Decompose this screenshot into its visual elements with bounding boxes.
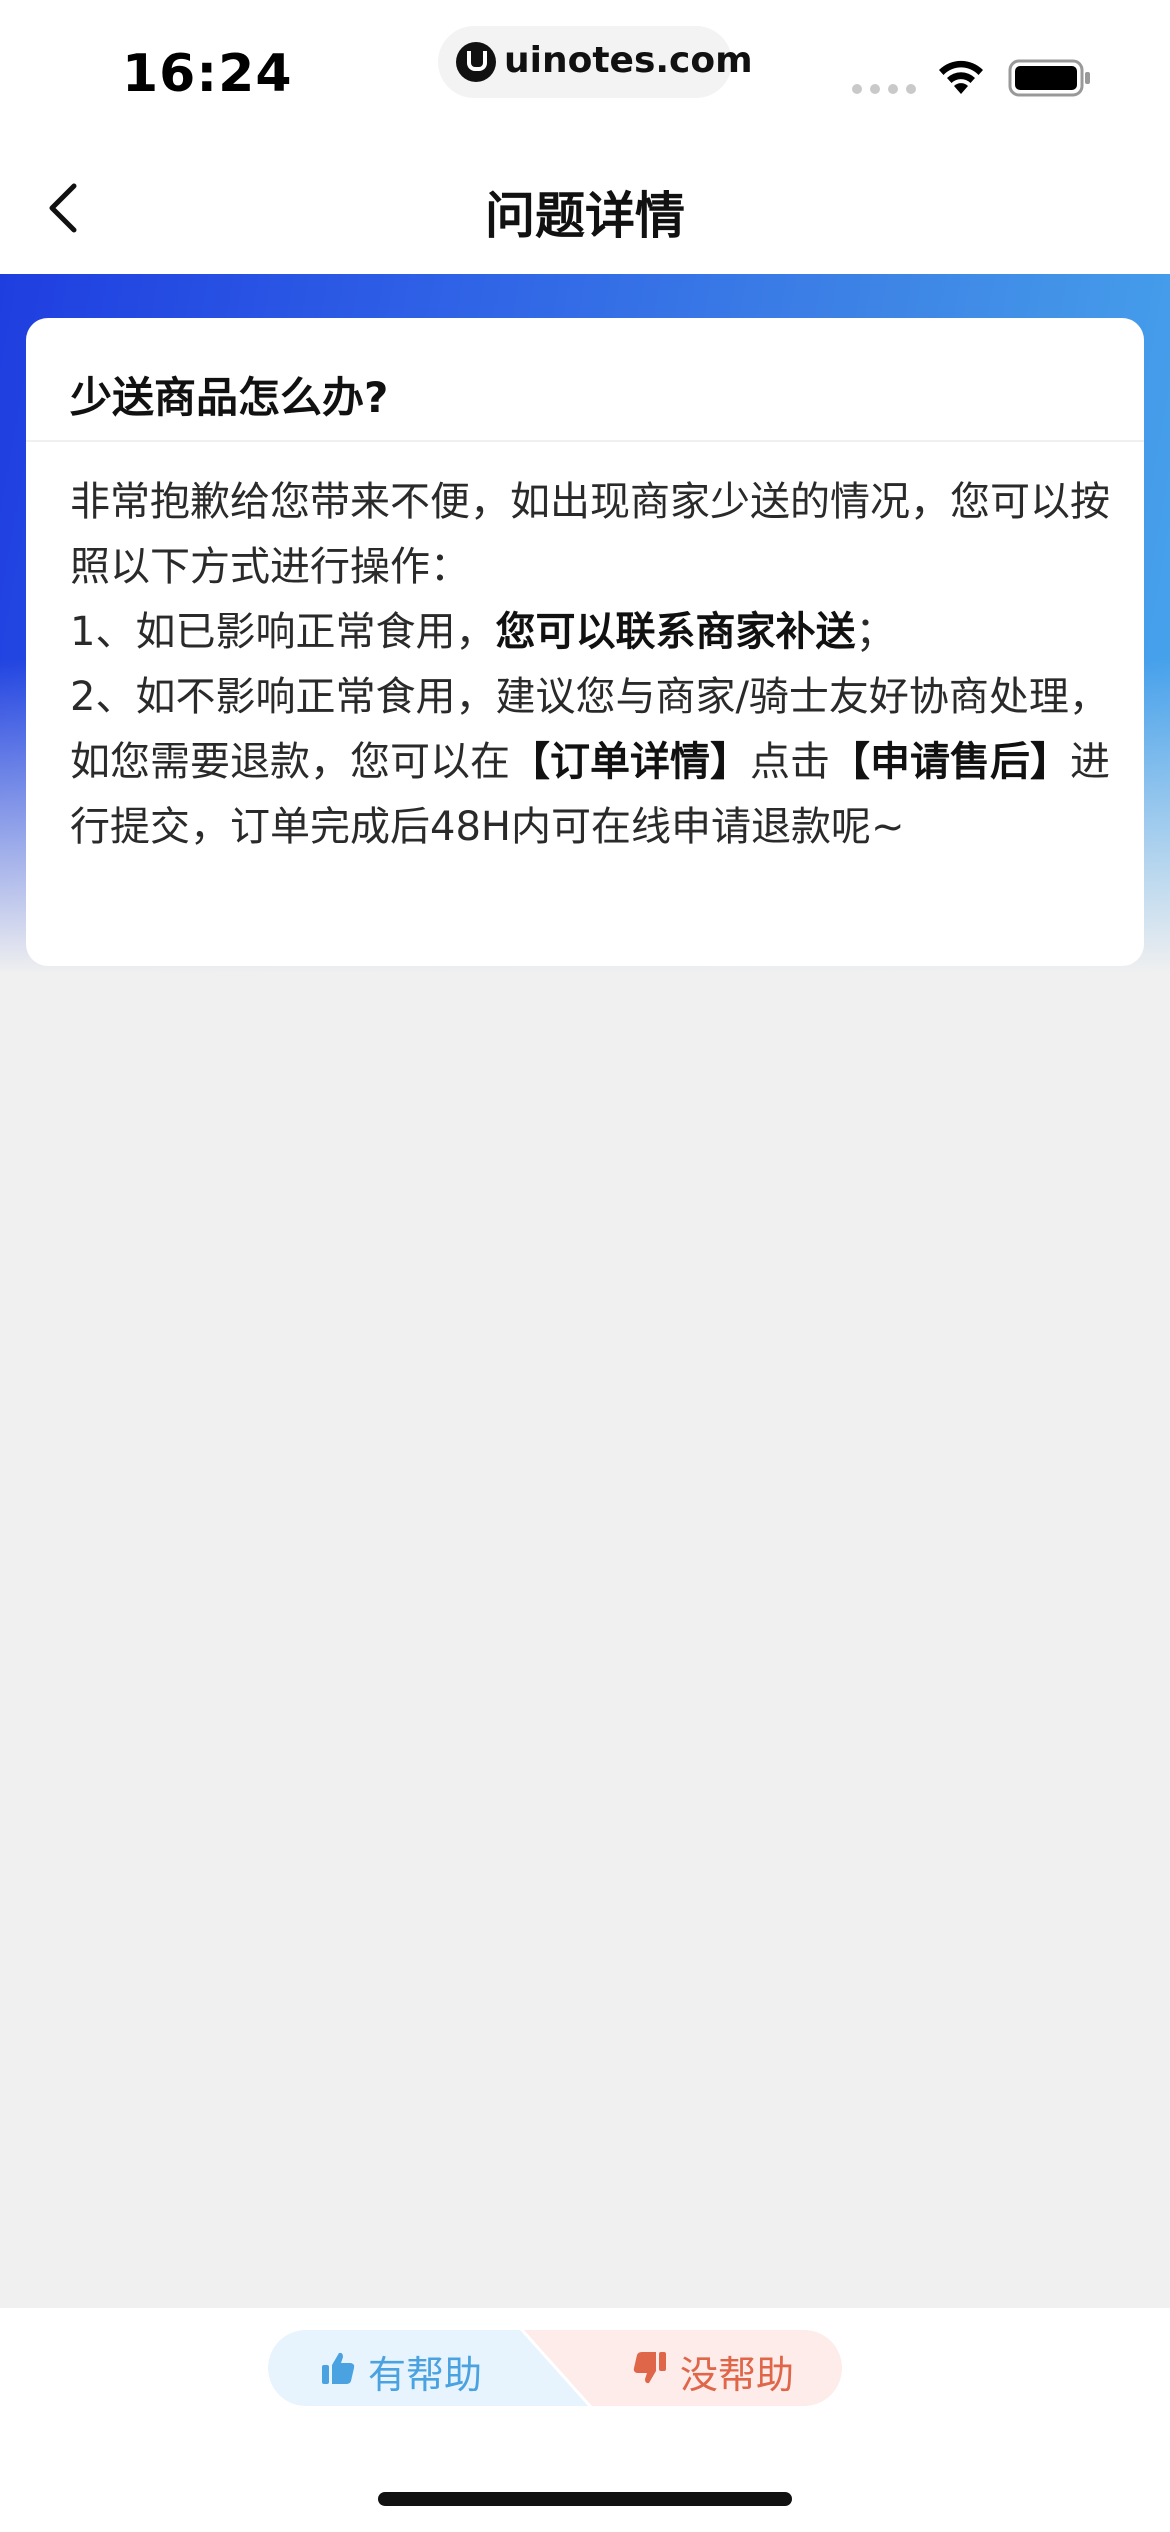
answer-intro: 非常抱歉给您带来不便，如出现商家少送的情况，您可以按照以下方式进行操作： [70, 479, 1110, 590]
status-bar: 16:24 uinotes.com [0, 0, 1170, 140]
after-sales-highlight: 【申请售后】 [830, 739, 1070, 785]
nav-bar: 问题详情 [0, 140, 1170, 274]
url-pill[interactable]: uinotes.com [438, 26, 753, 98]
answer-body: 非常抱歉给您带来不便，如出现商家少送的情况，您可以按照以下方式进行操作： 1、如… [70, 470, 1110, 860]
home-indicator[interactable] [378, 2492, 792, 2506]
helpful-label: 有帮助 [368, 2353, 483, 2397]
page-title: 问题详情 [485, 187, 685, 245]
feedback-group: 有帮助 没帮助 [268, 2330, 842, 2406]
wifi-icon [939, 60, 983, 94]
order-detail-highlight: 【订单详情】 [510, 739, 750, 785]
answer-step-2: 2、如不影响正常食用，建议您与商家/骑士友好协商处理，如您需要退款，您可以在【订… [70, 665, 1110, 860]
answer-step-1-bold: 您可以联系商家补送 [495, 609, 856, 655]
battery-icon [1008, 59, 1090, 97]
url-text: uinotes.com [504, 40, 753, 81]
answer-step-1: 1、如已影响正常食用，您可以联系商家补送； [70, 600, 1110, 665]
question-title: 少送商品怎么办? [70, 373, 389, 422]
answer-step-1-suffix: ； [855, 609, 896, 655]
cellular-signal-icon [852, 84, 916, 94]
answer-step-1-prefix: 1、如已影响正常食用， [70, 609, 496, 655]
card-divider [26, 440, 1144, 442]
status-time: 16:24 [122, 44, 293, 104]
thumb-up-icon [322, 2352, 355, 2384]
site-logo-icon [456, 42, 496, 82]
bottom-feedback-bar: 有帮助 没帮助 [0, 2308, 1170, 2532]
not-helpful-label: 没帮助 [680, 2353, 795, 2397]
thumb-down-icon [633, 2352, 666, 2384]
question-card: 少送商品怎么办? 非常抱歉给您带来不便，如出现商家少送的情况，您可以按照以下方式… [26, 318, 1144, 966]
answer-step-2-mid: 点击 [750, 739, 830, 785]
